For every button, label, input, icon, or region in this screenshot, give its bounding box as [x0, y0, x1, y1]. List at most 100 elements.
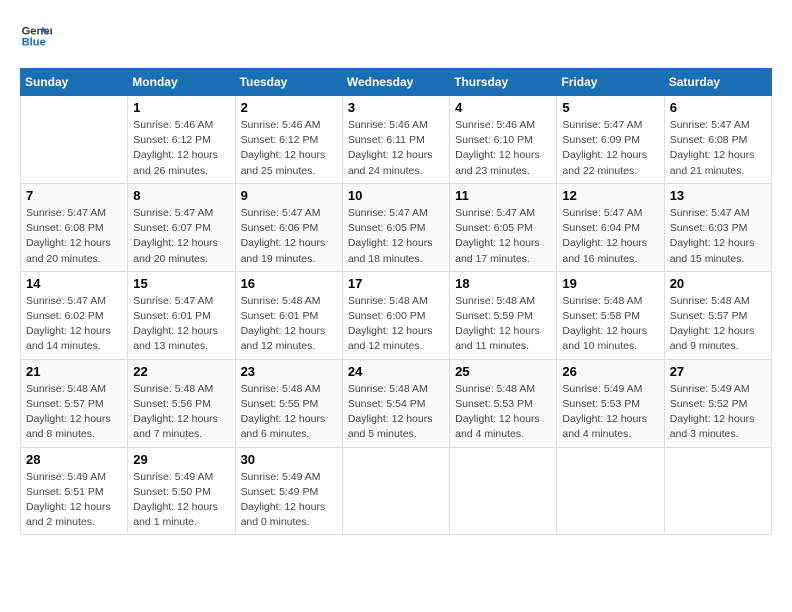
calendar-cell	[342, 447, 449, 535]
week-row-2: 7Sunrise: 5:47 AM Sunset: 6:08 PM Daylig…	[21, 183, 772, 271]
calendar-cell: 3 Sunrise: 5:46 AM Sunset: 6:11 PM Daylig…	[342, 96, 449, 184]
calendar-cell: 11Sunrise: 5:47 AM Sunset: 6:05 PM Dayli…	[450, 183, 557, 271]
calendar-cell: 17 Sunrise: 5:48 AM Sunset: 6:00 PM Dayli…	[342, 271, 449, 359]
day-number: 5	[562, 100, 658, 115]
day-info: Sunrise: 5:48 AM Sunset: 5:57 PM Dayligh…	[26, 382, 122, 443]
day-number: 29	[133, 452, 229, 467]
day-number: 23	[241, 364, 337, 379]
day-info: Sunrise: 5:48 AM Sunset: 5:54 PM Dayligh…	[348, 382, 444, 443]
calendar-cell: 25 Sunrise: 5:48 AM Sunset: 5:53 PM Dayli…	[450, 359, 557, 447]
day-number: 9	[241, 188, 337, 203]
logo-icon: General Blue	[20, 20, 52, 52]
day-number: 15	[133, 276, 229, 291]
header-day-sunday: Sunday	[21, 69, 128, 96]
calendar-cell: 20 Sunrise: 5:48 AM Sunset: 5:57 PM Dayli…	[664, 271, 771, 359]
header-day-tuesday: Tuesday	[235, 69, 342, 96]
day-info: Sunrise: 5:48 AM Sunset: 6:01 PM Dayligh…	[241, 294, 337, 355]
day-number: 25	[455, 364, 551, 379]
calendar-cell: 19 Sunrise: 5:48 AM Sunset: 5:58 PM Dayli…	[557, 271, 664, 359]
day-info: Sunrise: 5:47 AM Sunset: 6:09 PM Dayligh…	[562, 118, 658, 179]
calendar-cell: 1 Sunrise: 5:46 AM Sunset: 6:12 PM Daylig…	[128, 96, 235, 184]
day-number: 17	[348, 276, 444, 291]
logo: General Blue	[20, 20, 52, 52]
calendar-cell	[450, 447, 557, 535]
calendar-cell: 2 Sunrise: 5:46 AM Sunset: 6:12 PM Daylig…	[235, 96, 342, 184]
svg-text:Blue: Blue	[22, 37, 46, 49]
day-number: 20	[670, 276, 766, 291]
day-number: 18	[455, 276, 551, 291]
day-info: Sunrise: 5:48 AM Sunset: 5:58 PM Dayligh…	[562, 294, 658, 355]
day-info: Sunrise: 5:46 AM Sunset: 6:12 PM Dayligh…	[241, 118, 337, 179]
day-number: 2	[241, 100, 337, 115]
page-header: General Blue	[20, 20, 772, 52]
calendar-cell: 21 Sunrise: 5:48 AM Sunset: 5:57 PM Dayli…	[21, 359, 128, 447]
day-number: 21	[26, 364, 122, 379]
header-day-thursday: Thursday	[450, 69, 557, 96]
calendar-body: 1 Sunrise: 5:46 AM Sunset: 6:12 PM Daylig…	[21, 96, 772, 535]
calendar-cell: 7Sunrise: 5:47 AM Sunset: 6:08 PM Daylig…	[21, 183, 128, 271]
day-info: Sunrise: 5:49 AM Sunset: 5:52 PM Dayligh…	[670, 382, 766, 443]
calendar-cell: 26 Sunrise: 5:49 AM Sunset: 5:53 PM Dayli…	[557, 359, 664, 447]
day-info: Sunrise: 5:48 AM Sunset: 5:53 PM Dayligh…	[455, 382, 551, 443]
day-number: 6	[670, 100, 766, 115]
day-info: Sunrise: 5:48 AM Sunset: 5:56 PM Dayligh…	[133, 382, 229, 443]
day-info: Sunrise: 5:47 AM Sunset: 6:02 PM Dayligh…	[26, 294, 122, 355]
week-row-1: 1 Sunrise: 5:46 AM Sunset: 6:12 PM Daylig…	[21, 96, 772, 184]
week-row-3: 14 Sunrise: 5:47 AM Sunset: 6:02 PM Dayli…	[21, 271, 772, 359]
day-number: 1	[133, 100, 229, 115]
calendar-cell: 22 Sunrise: 5:48 AM Sunset: 5:56 PM Dayli…	[128, 359, 235, 447]
day-info: Sunrise: 5:47 AM Sunset: 6:03 PM Dayligh…	[670, 206, 766, 267]
day-info: Sunrise: 5:46 AM Sunset: 6:11 PM Dayligh…	[348, 118, 444, 179]
calendar-cell: 4Sunrise: 5:46 AM Sunset: 6:10 PM Daylig…	[450, 96, 557, 184]
day-number: 13	[670, 188, 766, 203]
calendar-cell	[664, 447, 771, 535]
day-info: Sunrise: 5:49 AM Sunset: 5:49 PM Dayligh…	[241, 470, 337, 531]
calendar-cell: 30Sunrise: 5:49 AM Sunset: 5:49 PM Dayli…	[235, 447, 342, 535]
calendar-cell	[557, 447, 664, 535]
calendar-cell: 24Sunrise: 5:48 AM Sunset: 5:54 PM Dayli…	[342, 359, 449, 447]
calendar-cell: 16 Sunrise: 5:48 AM Sunset: 6:01 PM Dayli…	[235, 271, 342, 359]
day-info: Sunrise: 5:48 AM Sunset: 5:57 PM Dayligh…	[670, 294, 766, 355]
day-number: 10	[348, 188, 444, 203]
calendar-cell: 10Sunrise: 5:47 AM Sunset: 6:05 PM Dayli…	[342, 183, 449, 271]
calendar-cell: 14 Sunrise: 5:47 AM Sunset: 6:02 PM Dayli…	[21, 271, 128, 359]
day-number: 3	[348, 100, 444, 115]
calendar-cell: 9Sunrise: 5:47 AM Sunset: 6:06 PM Daylig…	[235, 183, 342, 271]
day-info: Sunrise: 5:47 AM Sunset: 6:05 PM Dayligh…	[455, 206, 551, 267]
day-number: 26	[562, 364, 658, 379]
day-info: Sunrise: 5:47 AM Sunset: 6:07 PM Dayligh…	[133, 206, 229, 267]
day-info: Sunrise: 5:48 AM Sunset: 5:55 PM Dayligh…	[241, 382, 337, 443]
day-number: 8	[133, 188, 229, 203]
day-number: 12	[562, 188, 658, 203]
calendar-cell: 6Sunrise: 5:47 AM Sunset: 6:08 PM Daylig…	[664, 96, 771, 184]
day-info: Sunrise: 5:49 AM Sunset: 5:51 PM Dayligh…	[26, 470, 122, 531]
day-info: Sunrise: 5:46 AM Sunset: 6:12 PM Dayligh…	[133, 118, 229, 179]
day-info: Sunrise: 5:47 AM Sunset: 6:08 PM Dayligh…	[26, 206, 122, 267]
day-number: 19	[562, 276, 658, 291]
calendar-cell: 13 Sunrise: 5:47 AM Sunset: 6:03 PM Dayli…	[664, 183, 771, 271]
calendar-cell: 5 Sunrise: 5:47 AM Sunset: 6:09 PM Daylig…	[557, 96, 664, 184]
header-day-saturday: Saturday	[664, 69, 771, 96]
calendar-cell: 18 Sunrise: 5:48 AM Sunset: 5:59 PM Dayli…	[450, 271, 557, 359]
day-info: Sunrise: 5:49 AM Sunset: 5:53 PM Dayligh…	[562, 382, 658, 443]
day-info: Sunrise: 5:47 AM Sunset: 6:04 PM Dayligh…	[562, 206, 658, 267]
calendar-table: SundayMondayTuesdayWednesdayThursdayFrid…	[20, 68, 772, 535]
week-row-5: 28Sunrise: 5:49 AM Sunset: 5:51 PM Dayli…	[21, 447, 772, 535]
day-info: Sunrise: 5:46 AM Sunset: 6:10 PM Dayligh…	[455, 118, 551, 179]
day-number: 16	[241, 276, 337, 291]
header-day-friday: Friday	[557, 69, 664, 96]
svg-text:General: General	[22, 25, 52, 37]
day-info: Sunrise: 5:48 AM Sunset: 6:00 PM Dayligh…	[348, 294, 444, 355]
week-row-4: 21 Sunrise: 5:48 AM Sunset: 5:57 PM Dayli…	[21, 359, 772, 447]
day-number: 14	[26, 276, 122, 291]
calendar-cell: 12 Sunrise: 5:47 AM Sunset: 6:04 PM Dayli…	[557, 183, 664, 271]
header-day-wednesday: Wednesday	[342, 69, 449, 96]
calendar-cell	[21, 96, 128, 184]
calendar-header-row: SundayMondayTuesdayWednesdayThursdayFrid…	[21, 69, 772, 96]
calendar-cell: 27Sunrise: 5:49 AM Sunset: 5:52 PM Dayli…	[664, 359, 771, 447]
calendar-cell: 8 Sunrise: 5:47 AM Sunset: 6:07 PM Daylig…	[128, 183, 235, 271]
day-info: Sunrise: 5:48 AM Sunset: 5:59 PM Dayligh…	[455, 294, 551, 355]
day-number: 22	[133, 364, 229, 379]
calendar-cell: 15Sunrise: 5:47 AM Sunset: 6:01 PM Dayli…	[128, 271, 235, 359]
day-info: Sunrise: 5:49 AM Sunset: 5:50 PM Dayligh…	[133, 470, 229, 531]
